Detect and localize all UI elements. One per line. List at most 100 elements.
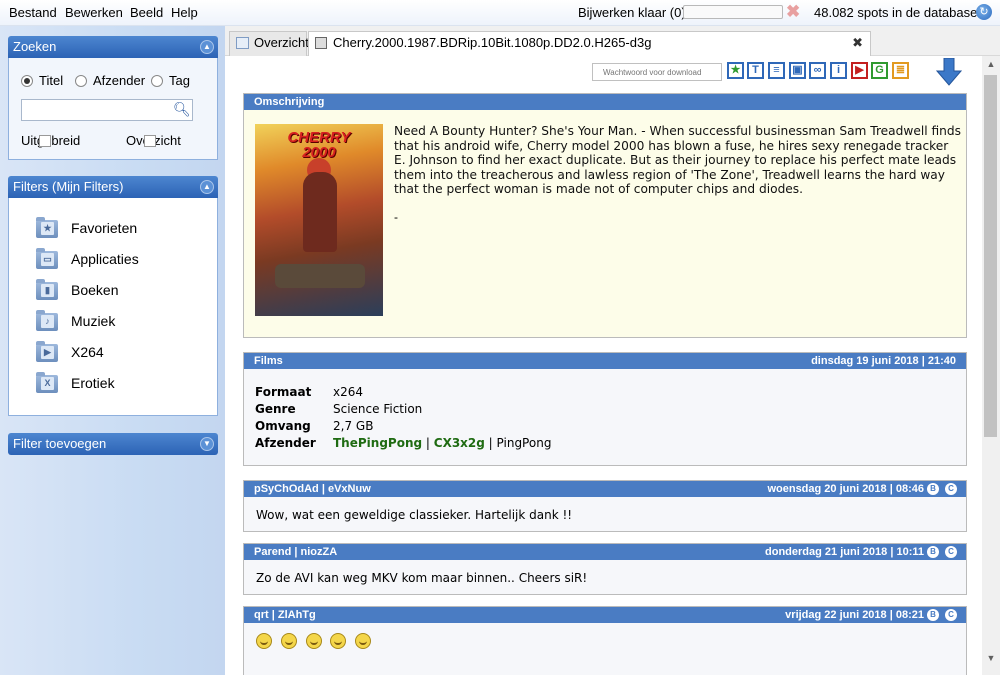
filter-item-applicaties[interactable]: ▭ Applicaties xyxy=(36,248,139,270)
filter-item-label: Boeken xyxy=(71,282,119,298)
separator: | xyxy=(422,436,434,450)
close-tab-icon[interactable]: ✖ xyxy=(852,32,863,54)
checkbox-box[interactable] xyxy=(144,134,156,147)
filter-item-muziek[interactable]: ♪ Muziek xyxy=(36,310,115,332)
applications-folder-icon: ▭ xyxy=(36,248,60,270)
menu-bestand[interactable]: Bestand xyxy=(9,5,57,20)
video-folder-icon: ▶ xyxy=(36,341,60,363)
checkbox-box[interactable] xyxy=(39,134,51,147)
comment-text: Zo de AVI kan weg MKV kom maar binnen.. … xyxy=(256,571,588,585)
tab-bar: Overzicht Cherry.2000.1987.BDRip.10Bit.1… xyxy=(225,26,1000,57)
text-icon[interactable]: T xyxy=(747,62,764,79)
description-header: Omschrijving xyxy=(244,94,966,110)
tab-spot-detail[interactable]: Cherry.2000.1987.BDRip.10Bit.1080p.DD2.0… xyxy=(308,31,871,57)
poster-figure-shape xyxy=(303,172,337,252)
add-filter-header[interactable]: Filter toevoegen ▼ xyxy=(8,433,218,455)
filter-item-label: Applicaties xyxy=(71,251,139,267)
block-user-icon[interactable]: B xyxy=(927,483,939,495)
google-icon[interactable]: G xyxy=(871,62,888,79)
search-icon[interactable]: 🔍︎ xyxy=(173,101,191,118)
radio-afzender[interactable]: Afzender xyxy=(75,73,145,88)
sender-alias: PingPong xyxy=(496,436,552,450)
poster-title: CHERRY 2000 xyxy=(287,129,351,161)
comment-date: vrijdag 22 juni 2018 | 08:21 xyxy=(785,609,924,621)
vertical-scrollbar[interactable]: ▲ ▼ xyxy=(982,56,1000,675)
spot-detail-panel: ★ T ≡ ▣ ∞ i ▶ G ≣ Omschrijving CHERRY 20… xyxy=(225,56,982,675)
refresh-icon[interactable]: ↻ xyxy=(976,4,992,20)
music-folder-icon: ♪ xyxy=(36,310,60,332)
radio-titel[interactable]: Titel xyxy=(21,73,63,88)
scroll-down-arrow-icon[interactable]: ▼ xyxy=(982,650,1000,667)
filter-item-erotiek[interactable]: X Erotiek xyxy=(36,372,115,394)
size-value: 2,7 GB xyxy=(333,419,374,433)
rock-on-smiley-icon xyxy=(256,633,272,649)
filters-panel-header[interactable]: Filters (Mijn Filters) ▲ xyxy=(8,176,218,198)
add-filter-panel[interactable]: Filter toevoegen ▼ xyxy=(8,433,218,455)
database-icon[interactable]: ≣ xyxy=(892,62,909,79)
block-user-icon[interactable]: B xyxy=(927,546,939,558)
scroll-thumb[interactable] xyxy=(984,75,997,437)
format-label: Formaat xyxy=(255,385,312,399)
radio-selected-icon[interactable] xyxy=(21,74,33,87)
collapse-chevron-icon[interactable]: ▲ xyxy=(200,180,214,194)
comment-action-icon[interactable]: C xyxy=(945,483,957,495)
password-input[interactable] xyxy=(592,63,722,81)
filter-item-x264[interactable]: ▶ X264 xyxy=(36,341,104,363)
description-icon[interactable]: ≡ xyxy=(768,62,785,79)
filter-item-label: Erotiek xyxy=(71,375,115,391)
separator: | xyxy=(484,436,497,450)
films-title: Films xyxy=(254,355,283,367)
checkbox-overzicht[interactable]: Overzicht xyxy=(126,133,181,148)
search-panel-title: Zoeken xyxy=(13,39,57,54)
comment-author: pSyChOdAd | eVxNuw xyxy=(254,483,371,495)
comment-author: qrt | ZlAhTg xyxy=(254,609,316,621)
cancel-update-icon[interactable]: ✖ xyxy=(786,3,800,20)
movie-poster-image[interactable]: CHERRY 2000 xyxy=(255,124,383,316)
format-value: x264 xyxy=(333,385,364,399)
books-folder-icon: ▮ xyxy=(36,279,60,301)
sender-value: ThePingPong | CX3x2g | PingPong xyxy=(333,436,551,450)
list-icon xyxy=(236,37,249,49)
tab-overzicht[interactable]: Overzicht xyxy=(229,31,309,56)
menu-beeld[interactable]: Beeld xyxy=(130,5,163,20)
rock-on-smiley-icon xyxy=(280,633,297,649)
sender-id-link[interactable]: CX3x2g xyxy=(434,436,485,450)
comment-item: qrt | ZlAhTg vrijdag 22 juni 2018 | 08:2… xyxy=(243,606,967,675)
comment-date: woensdag 20 juni 2018 | 08:46 xyxy=(767,483,924,495)
radio-tag[interactable]: Tag xyxy=(151,73,190,88)
image-icon[interactable]: ▣ xyxy=(789,62,806,79)
poster-vehicle-shape xyxy=(275,264,365,288)
filter-item-favorieten[interactable]: ★ Favorieten xyxy=(36,217,137,239)
filters-panel-title: Filters (Mijn Filters) xyxy=(13,179,124,194)
comment-action-icon[interactable]: C xyxy=(945,546,957,558)
comment-header: pSyChOdAd | eVxNuw woensdag 20 juni 2018… xyxy=(244,481,966,497)
search-panel-header[interactable]: Zoeken ▲ xyxy=(8,36,218,58)
film-icon xyxy=(315,37,327,49)
size-label: Omvang xyxy=(255,419,311,433)
menu-help[interactable]: Help xyxy=(171,5,198,20)
youtube-icon[interactable]: ▶ xyxy=(851,62,868,79)
filter-item-boeken[interactable]: ▮ Boeken xyxy=(36,279,118,301)
radio-titel-label: Titel xyxy=(39,73,64,88)
tab-label: Overzicht xyxy=(254,35,309,50)
download-arrow-icon[interactable] xyxy=(936,58,962,86)
comment-action-icon[interactable]: C xyxy=(945,609,957,621)
genre-label: Genre xyxy=(255,402,296,416)
collapse-chevron-icon[interactable]: ▲ xyxy=(200,40,214,54)
menu-bewerken[interactable]: Bewerken xyxy=(65,5,123,20)
search-input[interactable] xyxy=(21,99,193,121)
sender-name-link[interactable]: ThePingPong xyxy=(333,436,422,450)
films-header: Films dinsdag 19 juni 2018 | 21:40 xyxy=(244,353,966,369)
favorite-star-icon[interactable]: ★ xyxy=(727,62,744,79)
expand-chevron-icon[interactable]: ▼ xyxy=(200,437,214,451)
filter-item-label: X264 xyxy=(71,344,104,360)
link-icon[interactable]: ∞ xyxy=(809,62,826,79)
block-user-icon[interactable]: B xyxy=(927,609,939,621)
comment-header: qrt | ZlAhTg vrijdag 22 juni 2018 | 08:2… xyxy=(244,607,966,623)
scroll-up-arrow-icon[interactable]: ▲ xyxy=(982,56,1000,73)
info-icon[interactable]: i xyxy=(830,62,847,79)
description-trailing: - xyxy=(394,210,398,224)
radio-icon[interactable] xyxy=(151,74,163,87)
checkbox-uitgebreid[interactable]: Uitgebreid xyxy=(21,133,80,148)
radio-icon[interactable] xyxy=(75,74,87,87)
